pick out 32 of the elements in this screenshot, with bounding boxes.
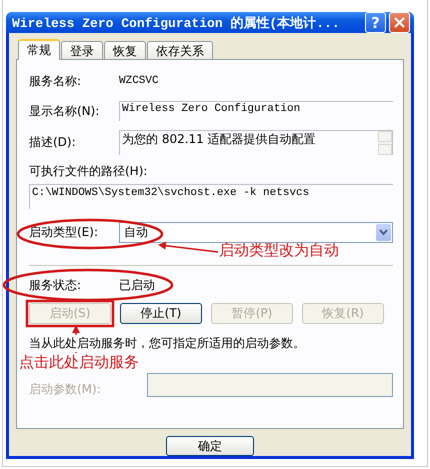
dropdown-value: 自动 — [123, 224, 149, 240]
field-label: 启动类型(E): — [29, 224, 99, 240]
field-label: 可执行文件的路径(H): — [29, 163, 148, 180]
description-text: 为您的 802.11 适配器提供自动配置 — [121, 131, 317, 148]
input-field[interactable] — [147, 373, 393, 397]
field-label: 显示名称(N): — [29, 102, 100, 120]
path-field: C:\WINDOWS\System32\svchost.exe -k netsvcs — [29, 184, 393, 209]
tab[interactable]: 恢复 — [104, 41, 146, 59]
help-button[interactable]: ? — [365, 12, 386, 33]
ok-button[interactable]: 确定 — [166, 436, 254, 456]
annotation-text: 启动类型改为自动 — [219, 242, 339, 259]
tab[interactable]: 常规 — [18, 39, 60, 60]
service-button[interactable]: 停止(T) — [120, 303, 202, 324]
dropdown[interactable]: 自动 — [119, 222, 393, 242]
arrow — [72, 325, 80, 335]
field-label: 服务名称: — [29, 72, 82, 90]
input-field[interactable]: Wireless Zero Configuration — [119, 101, 393, 121]
field-label: 描述(D): — [29, 134, 77, 151]
close-button[interactable] — [389, 12, 410, 33]
field-label: 服务状态: — [29, 276, 82, 294]
field-label: 启动参数(M): — [29, 382, 102, 397]
arrow — [158, 242, 218, 253]
tab[interactable]: 依存关系 — [147, 41, 213, 59]
window-title: Wireless Zero Configuration 的属性(本地计... — [12, 14, 341, 32]
tab[interactable]: 登录 — [61, 41, 103, 59]
status-value: 已启动 — [119, 276, 155, 294]
field-value: WZCSVC — [119, 75, 159, 87]
scrollbar[interactable] — [378, 131, 392, 155]
hint-text: 当从此处启动服务时，您可指定所适用的启动参数。 — [29, 336, 306, 351]
chevron-down-icon[interactable] — [376, 224, 391, 240]
annotation-text: 点击此处启动服务 — [19, 354, 139, 371]
close-icon[interactable] — [394, 17, 405, 28]
